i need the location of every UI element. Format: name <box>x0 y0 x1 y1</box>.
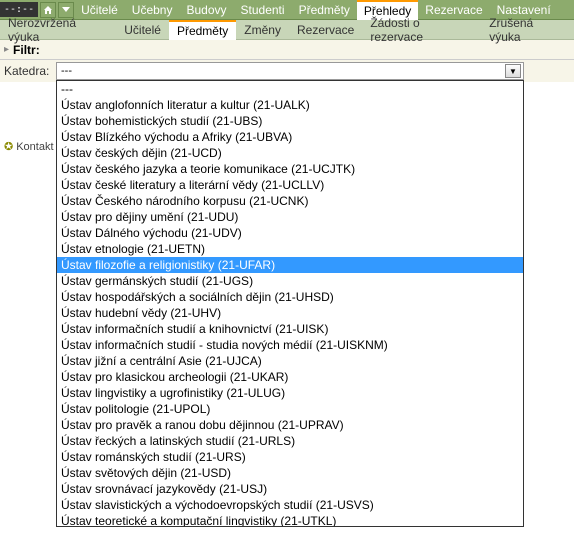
dropdown-option[interactable]: Ústav lingvistiky a ugrofinistiky (21-UL… <box>57 385 523 401</box>
menu-ucebny[interactable]: Učebny <box>125 1 180 19</box>
dropdown-option[interactable]: Ústav světových dějin (21-USD) <box>57 465 523 481</box>
kontakt-label: Kontakt <box>16 141 53 153</box>
dropdown-option[interactable]: Ústav Českého národního korpusu (21-UCNK… <box>57 193 523 209</box>
submenu-zmeny[interactable]: Změny <box>236 21 289 39</box>
dropdown-option[interactable]: Ústav informačních studií - studia novýc… <box>57 337 523 353</box>
submenu-zadosti[interactable]: Žádosti o rezervace <box>362 14 481 46</box>
submenu-bar: Nerozvržená výuka Učitelé Předměty Změny… <box>0 20 574 40</box>
dropdown-option[interactable]: Ústav politologie (21-UPOL) <box>57 401 523 417</box>
dropdown-option[interactable]: Ústav českých dějin (21-UCD) <box>57 145 523 161</box>
dropdown-option[interactable]: Ústav české literatury a literární vědy … <box>57 177 523 193</box>
chevron-right-icon[interactable]: ▸ <box>4 44 9 55</box>
dropdown-option[interactable]: Ústav Dálného východu (21-UDV) <box>57 225 523 241</box>
submenu-zrusena[interactable]: Zrušená výuka <box>481 14 574 46</box>
dropdown-option[interactable]: Ústav Blízkého východu a Afriky (21-UBVA… <box>57 129 523 145</box>
dropdown-option[interactable]: Ústav pro pravěk a ranou dobu dějinnou (… <box>57 417 523 433</box>
dropdown-option[interactable]: Ústav slavistických a východoevropských … <box>57 497 523 513</box>
dropdown-option[interactable]: Ústav filozofie a religionistiky (21-UFA… <box>57 257 523 273</box>
menu-budovy[interactable]: Budovy <box>179 1 233 19</box>
dropdown-option[interactable]: Ústav hudební vědy (21-UHV) <box>57 305 523 321</box>
dropdown-option[interactable]: Ústav informačních studií a knihovnictví… <box>57 321 523 337</box>
dropdown-option[interactable]: Ústav řeckých a latinských studií (21-UR… <box>57 433 523 449</box>
dropdown-option[interactable]: Ústav pro klasickou archeologii (21-UKAR… <box>57 369 523 385</box>
katedra-dropdown: ---Ústav anglofonních literatur a kultur… <box>56 80 524 527</box>
katedra-label: Katedra: <box>4 64 56 78</box>
submenu-nerozvrzena[interactable]: Nerozvržená výuka <box>0 14 116 46</box>
dropdown-option[interactable]: --- <box>57 81 523 97</box>
katedra-select[interactable]: --- ▼ ---Ústav anglofonních literatur a … <box>56 62 524 80</box>
katedra-row: Katedra: --- ▼ ---Ústav anglofonních lit… <box>0 60 574 82</box>
dropdown-arrow-icon[interactable]: ▼ <box>505 64 521 78</box>
dropdown-option[interactable]: Ústav etnologie (21-UETN) <box>57 241 523 257</box>
dropdown-option[interactable]: Ústav srovnávací jazykovědy (21-USJ) <box>57 481 523 497</box>
select-value: --- <box>61 65 72 77</box>
kontakt-link[interactable]: ✪ Kontakt <box>0 138 58 155</box>
submenu-ucitele[interactable]: Učitelé <box>116 21 169 39</box>
info-icon: ✪ <box>4 140 13 153</box>
dropdown-option[interactable]: Ústav českého jazyka a teorie komunikace… <box>57 161 523 177</box>
submenu-predmety[interactable]: Předměty <box>169 20 236 40</box>
submenu-rezervace[interactable]: Rezervace <box>289 21 362 39</box>
dropdown-option[interactable]: Ústav románských studií (21-URS) <box>57 449 523 465</box>
dropdown-inner[interactable]: ---Ústav anglofonních literatur a kultur… <box>57 81 523 526</box>
menu-predmety[interactable]: Předměty <box>292 1 357 19</box>
dropdown-option[interactable]: Ústav hospodářských a sociálních dějin (… <box>57 289 523 305</box>
select-display[interactable]: --- ▼ <box>56 62 524 80</box>
filter-label: Filtr: <box>13 43 40 57</box>
dropdown-option[interactable]: Ústav anglofonních literatur a kultur (2… <box>57 97 523 113</box>
dropdown-option[interactable]: Ústav germánských studií (21-UGS) <box>57 273 523 289</box>
menu-studenti[interactable]: Studenti <box>234 1 292 19</box>
dropdown-option[interactable]: Ústav bohemistických studií (21-UBS) <box>57 113 523 129</box>
dropdown-option[interactable]: Ústav jižní a centrální Asie (21-UJCA) <box>57 353 523 369</box>
dropdown-option[interactable]: Ústav teoretické a komputační lingvistik… <box>57 513 523 526</box>
dropdown-option[interactable]: Ústav pro dějiny umění (21-UDU) <box>57 209 523 225</box>
